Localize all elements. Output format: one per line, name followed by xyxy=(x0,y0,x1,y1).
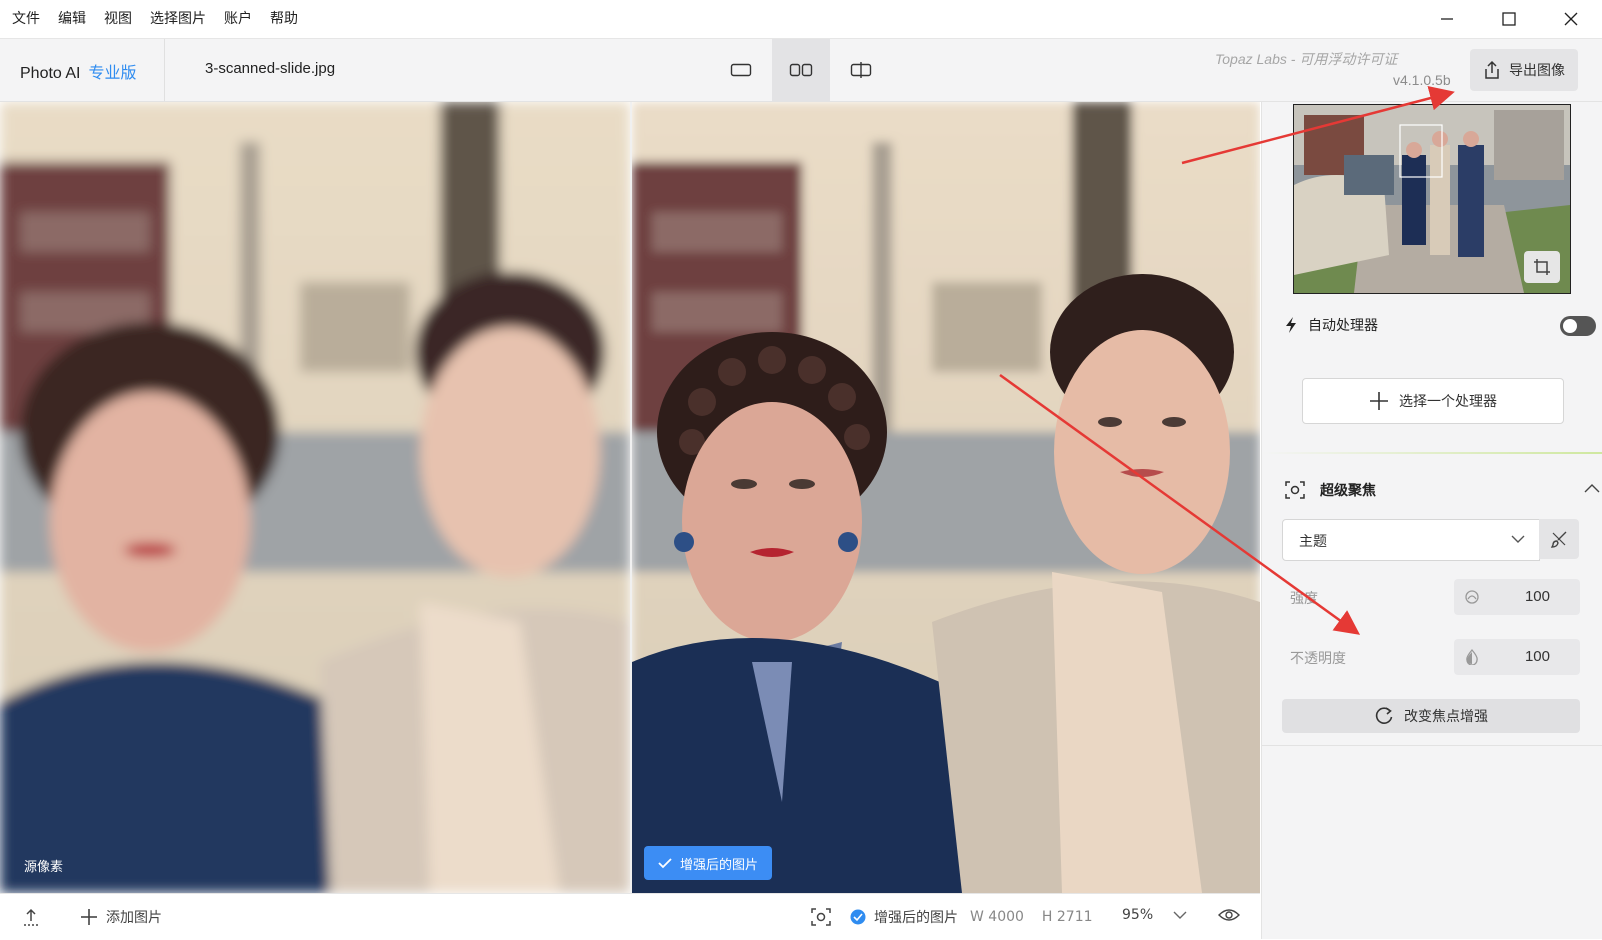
select-processor-label: 选择一个处理器 xyxy=(1399,394,1497,410)
zoom-select[interactable]: 95% xyxy=(1122,907,1187,923)
menu-file[interactable]: 文件 xyxy=(12,8,40,28)
check-icon xyxy=(658,858,672,869)
original-photo xyxy=(0,102,630,893)
brush-button[interactable] xyxy=(1539,519,1579,559)
lightning-icon xyxy=(1286,317,1296,333)
enhanced-indicator: 增强后的图片 W 4000 H 2711 xyxy=(850,907,1093,927)
strength-field[interactable]: 100 xyxy=(1454,579,1580,615)
enhanced-label-text: 增强后的图片 xyxy=(680,857,759,873)
enhanced-photo xyxy=(632,102,1260,893)
super-focus-header[interactable]: 超级聚焦 xyxy=(1284,475,1600,505)
close-icon xyxy=(1564,12,1578,26)
maximize-icon xyxy=(1502,12,1516,26)
menu-items: 文件 编辑 视图 选择图片 账户 帮助 xyxy=(12,8,298,28)
minimize-icon xyxy=(1441,18,1453,20)
window-controls xyxy=(1416,0,1602,38)
filename: 3-scanned-slide.jpg xyxy=(205,60,336,77)
auto-processor-label: 自动处理器 xyxy=(1308,318,1378,334)
toolbar: Photo AI 专业版 3-scanned-slide.jpg Topaz La… xyxy=(0,39,1602,102)
close-button[interactable] xyxy=(1540,0,1602,38)
upload-button[interactable] xyxy=(22,907,40,927)
side-by-side-view-button[interactable] xyxy=(772,39,830,101)
image-width: W 4000 xyxy=(970,909,1024,925)
single-view-icon xyxy=(730,63,752,77)
add-image-label: 添加图片 xyxy=(106,910,162,926)
select-processor-button[interactable]: 选择一个处理器 xyxy=(1302,378,1564,424)
plus-icon xyxy=(81,909,97,925)
edition-label: 专业版 xyxy=(88,65,137,82)
opacity-value: 100 xyxy=(1524,648,1550,665)
auto-processor-toggle[interactable] xyxy=(1560,316,1596,336)
eye-icon xyxy=(1218,909,1240,921)
divider xyxy=(164,39,165,101)
strength-icon xyxy=(1465,590,1479,604)
share-icon xyxy=(1485,60,1499,79)
focus-icon xyxy=(1285,481,1305,499)
change-focus-button[interactable]: 改变焦点增强 xyxy=(1282,699,1580,733)
split-view-button[interactable] xyxy=(832,39,890,101)
enhanced-image-pane[interactable] xyxy=(632,102,1260,893)
preview-toggle[interactable] xyxy=(1218,907,1240,923)
export-label: 导出图像 xyxy=(1509,63,1565,79)
image-height: H 2711 xyxy=(1041,909,1093,925)
minimize-button[interactable] xyxy=(1416,0,1478,38)
side-by-side-icon xyxy=(789,63,813,77)
mode-dropdown[interactable]: 主题 xyxy=(1282,519,1540,561)
chevron-down-icon xyxy=(1173,911,1187,919)
opacity-field[interactable]: 100 xyxy=(1454,639,1580,675)
opacity-label: 不透明度 xyxy=(1290,651,1346,667)
menu-bar: 文件 编辑 视图 选择图片 账户 帮助 xyxy=(0,0,1602,39)
menu-help[interactable]: 帮助 xyxy=(270,8,298,28)
version-text: v4.1.0.5b xyxy=(1393,72,1451,88)
navigator-thumbnail[interactable] xyxy=(1293,104,1571,294)
menu-edit[interactable]: 编辑 xyxy=(58,8,86,28)
split-view-icon xyxy=(850,62,872,78)
check-circle-icon xyxy=(850,909,866,925)
opacity-icon xyxy=(1466,649,1478,665)
add-image-button[interactable]: 添加图片 xyxy=(80,907,162,927)
menu-view[interactable]: 视图 xyxy=(104,8,132,28)
plus-icon xyxy=(1370,392,1388,410)
original-label: 源像素 xyxy=(24,860,64,875)
brand: Photo AI 专业版 xyxy=(20,59,137,83)
brush-icon xyxy=(1550,531,1567,548)
screenshot-button[interactable] xyxy=(810,907,832,927)
enhanced-label-badge[interactable]: 增强后的图片 xyxy=(644,846,773,880)
panel-divider xyxy=(1262,745,1602,746)
strength-label: 强度 xyxy=(1290,591,1318,607)
maximize-button[interactable] xyxy=(1478,0,1540,38)
single-view-button[interactable] xyxy=(712,39,770,101)
bottom-bar: 添加图片 增强后的图片 W 4000 H 2711 95% xyxy=(0,893,1260,940)
crop-icon xyxy=(1534,259,1550,275)
upload-icon xyxy=(24,908,38,926)
chevron-up-icon[interactable] xyxy=(1584,483,1600,493)
camera-focus-icon xyxy=(811,908,831,926)
license-text: Topaz Labs - 可用浮动许可证 xyxy=(1215,51,1398,67)
super-focus-title: 超级聚焦 xyxy=(1320,483,1376,499)
chevron-down-icon xyxy=(1511,535,1525,543)
menu-account[interactable]: 账户 xyxy=(224,8,252,28)
export-button[interactable]: 导出图像 xyxy=(1470,49,1578,91)
section-divider xyxy=(1262,452,1602,454)
mode-value: 主题 xyxy=(1299,534,1327,550)
auto-processor-row: 自动处理器 xyxy=(1284,312,1596,338)
app-name: Photo AI xyxy=(20,65,81,82)
change-focus-label: 改变焦点增强 xyxy=(1404,709,1488,725)
strength-value: 100 xyxy=(1524,588,1550,605)
enhanced-indicator-label: 增强后的图片 xyxy=(874,910,958,926)
crop-button[interactable] xyxy=(1524,251,1560,283)
refresh-icon xyxy=(1375,707,1393,724)
right-panel: 自动处理器 选择一个处理器 超级聚焦 主题 强度 100 不透明度 100 改变… xyxy=(1261,102,1602,939)
original-image-pane[interactable] xyxy=(0,102,630,893)
zoom-value: 95% xyxy=(1122,907,1154,923)
menu-select-image[interactable]: 选择图片 xyxy=(150,8,206,28)
